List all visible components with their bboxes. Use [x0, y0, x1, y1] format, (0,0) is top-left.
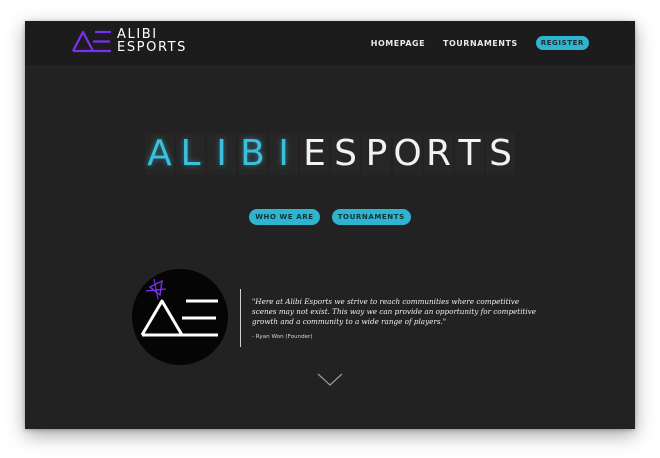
register-button[interactable]: REGISTER [535, 36, 589, 50]
hero-letter: P [362, 133, 391, 175]
alibi-logo-icon [140, 278, 218, 337]
hero-letter: I [269, 133, 298, 175]
hero-letter: O [393, 133, 422, 175]
quote-divider [240, 289, 241, 347]
who-we-are-button[interactable]: WHO WE ARE [249, 209, 320, 225]
brand-wordmark: ALIBI ESPORTS [117, 28, 187, 54]
chevron-down-icon[interactable] [317, 373, 343, 387]
nav-homepage[interactable]: HOMEPAGE [371, 39, 425, 48]
browser-window: ALIBI ESPORTS HOMEPAGE TOURNAMENTS REGIS… [25, 21, 635, 429]
hero-letter: T [455, 133, 484, 175]
hero-letter: S [486, 133, 515, 175]
top-navbar: ALIBI ESPORTS HOMEPAGE TOURNAMENTS REGIS… [25, 21, 635, 65]
tournaments-button[interactable]: TOURNAMENTS [331, 209, 411, 225]
hero-letter: S [331, 133, 360, 175]
hero-title: A L I B I E S P O R T S [25, 133, 635, 175]
alibi-logo-icon [72, 30, 111, 53]
hero-letter: B [238, 133, 267, 175]
hero-letter: L [176, 133, 205, 175]
main-nav: HOMEPAGE TOURNAMENTS REGISTER [353, 36, 589, 50]
founder-quote: "Here at Alibi Esports we strive to reac… [252, 297, 536, 326]
brand-line-2: ESPORTS [117, 40, 188, 55]
hero-letter: E [300, 133, 329, 175]
brand-logo[interactable]: ALIBI ESPORTS [71, 28, 187, 54]
hero-letter: A [145, 133, 174, 175]
founder-avatar [132, 269, 228, 365]
hero-buttons: WHO WE ARE TOURNAMENTS [25, 209, 635, 225]
hero-letter: R [424, 133, 453, 175]
hero-letter: I [207, 133, 236, 175]
nav-tournaments[interactable]: TOURNAMENTS [443, 39, 518, 48]
quote-author: - Ryan Won (Founder) [252, 334, 313, 340]
